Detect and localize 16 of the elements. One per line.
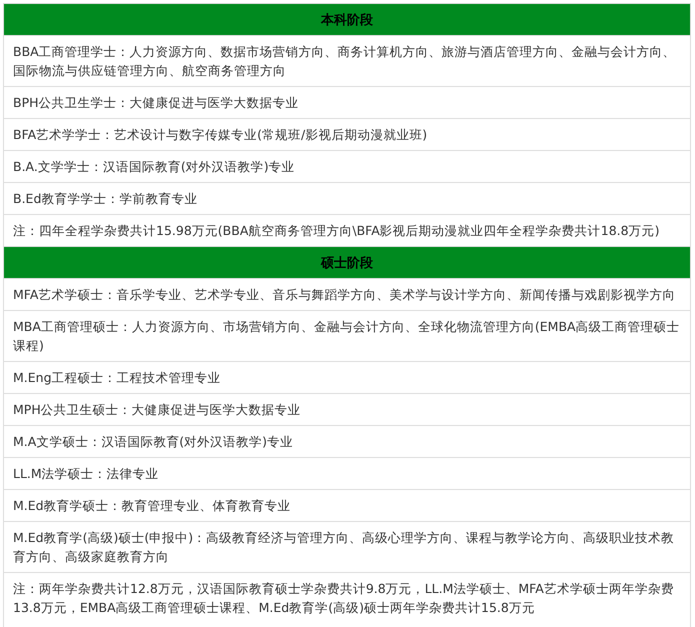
table-cell: BBA工商管理学士：人力资源方向、数据市场营销方向、商务计算机方向、旅游与酒店管理方向、金融与会计方向、国际物流与供应链管理方向、航空商务管理方向 — [4, 36, 690, 86]
table-cell: MPH公共卫生硕士：大健康促进与医学大数据专业 — [4, 394, 690, 426]
section-header: 硕士阶段 — [4, 246, 690, 278]
table-cell: M.A文学硕士：汉语国际教育(对外汉语教学)专业 — [4, 426, 690, 458]
table-cell: M.Eng工程硕士：工程技术管理专业 — [4, 362, 690, 394]
table-cell: BPH公共卫生学士：大健康促进与医学大数据专业 — [4, 86, 690, 118]
section-header: 本科阶段 — [4, 4, 690, 36]
table-cell: LL.M法学硕士：法律专业 — [4, 458, 690, 490]
table-cell: MFA艺术学硕士：音乐学专业、艺术学专业、音乐与舞蹈学方向、美术学与设计学方向、新闻传播与戏剧影视学方向 — [4, 278, 690, 310]
table-cell: B.Ed教育学学士：学前教育专业 — [4, 182, 690, 214]
table-cell: M.Ed教育学(高级)硕士(申报中)：高级教育经济与管理方向、高级心理学方向、课程与教学论方向、高级职业技术教育方向、高级家庭教育方向 — [4, 522, 690, 572]
table-cell: B.A.文学学士：汉语国际教育(对外汉语教学)专业 — [4, 150, 690, 182]
table-cell: BFA艺术学学士：艺术设计与数字传媒专业(常规班/影视后期动漫就业班) — [4, 118, 690, 150]
table-cell: MBA工商管理硕士：人力资源方向、市场营销方向、金融与会计方向、全球化物流管理方向(EMBA高级工商管理硕士课程) — [4, 310, 690, 362]
table-cell: M.Ed教育学硕士：教育管理专业、体育教育专业 — [4, 490, 690, 522]
table-cell: 注：两年学杂费共计12.8万元，汉语国际教育硕士学杂费共计9.8万元，LL.M法学硕士、MFA艺术学硕士两年学杂费13.8万元，EMBA高级工商管理硕士课程、M.Ed教育学(高级)硕士两年学杂费共计15.8万元 — [4, 572, 690, 627]
